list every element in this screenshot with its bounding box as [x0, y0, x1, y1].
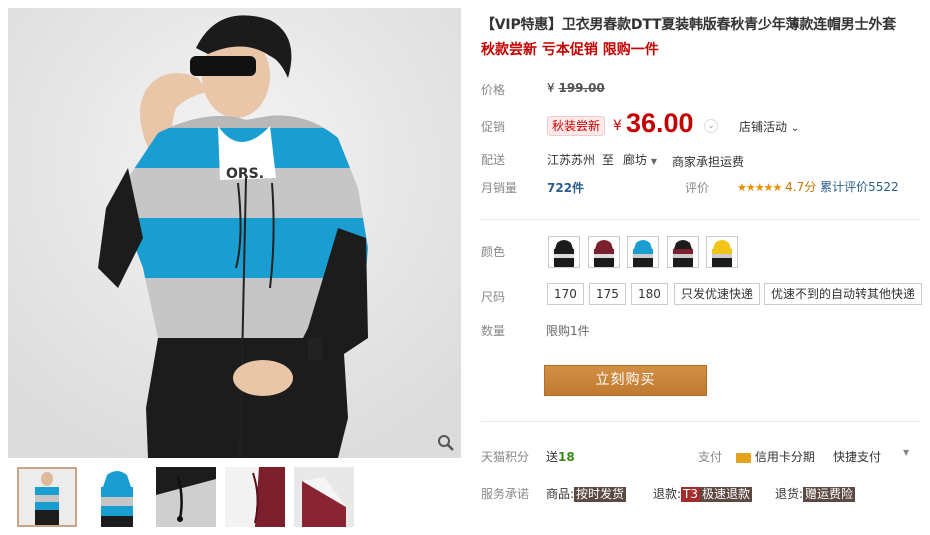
refund-tag-t3: T3	[681, 487, 701, 502]
chevron-down-icon: ⌄	[790, 123, 800, 134]
color-swatch-blue[interactable]	[627, 236, 659, 268]
caret-down-icon[interactable]: ▼	[903, 448, 909, 457]
rating[interactable]: ★★★★★ 4.7分 累计评价5522	[737, 178, 899, 195]
color-label: 颜色	[481, 245, 506, 259]
points-label: 天猫积分	[481, 450, 530, 464]
ship-from: 江苏苏州	[547, 153, 596, 167]
divider	[481, 219, 921, 220]
promo-currency: ¥	[613, 118, 622, 134]
monthly-sales-label: 月销量	[481, 181, 518, 195]
fast-pay-label: 快捷支付	[833, 450, 882, 464]
zoom-icon[interactable]	[437, 434, 455, 452]
quantity-label: 数量	[481, 324, 506, 338]
main-product-image[interactable]: ORS.	[8, 8, 461, 458]
size-option-express-only[interactable]: 只发优速快递	[674, 283, 761, 305]
ship-to: 廊坊	[623, 153, 648, 167]
size-option-other-express[interactable]: 优速不到的自动转其他快递	[764, 283, 923, 305]
credit-card-icon	[736, 452, 751, 463]
star-icon: ★★★★★	[737, 181, 782, 194]
price-label: 价格	[481, 83, 506, 97]
product-subtitle: 秋款尝新 亏本促销 限购一件	[481, 42, 659, 58]
goods-label: 商品:	[546, 487, 575, 501]
product-info: 【VIP特惠】卫衣男春款DTT夏装韩版春秋青少年薄款连帽男士外套 秋款尝新 亏本…	[481, 8, 927, 535]
promo-tag: 秋装尝新	[547, 116, 606, 136]
size-option-180[interactable]: 180	[631, 283, 668, 305]
color-swatch-black[interactable]	[667, 236, 699, 268]
quantity-limit: 限购1件	[546, 324, 590, 338]
thumbnail-4[interactable]	[225, 467, 285, 527]
original-price-value: 199.00	[558, 81, 605, 95]
ship-to-word: 至	[602, 153, 615, 167]
points-number: 18	[558, 450, 575, 464]
service-label: 服务承诺	[481, 487, 530, 501]
review-label: 评价	[685, 181, 710, 195]
size-option-175[interactable]: 175	[589, 283, 626, 305]
thumbnail-2[interactable]	[87, 467, 147, 527]
size-option-170[interactable]: 170	[547, 283, 584, 305]
shipping-label: 配送	[481, 153, 506, 167]
size-label: 尺码	[481, 290, 506, 304]
shipping-fee: 商家承担运费	[672, 155, 745, 169]
refund-label: 退款:	[653, 487, 682, 501]
ship-to-selector[interactable]: 廊坊 ▼	[623, 151, 657, 168]
service-refund: 退款: T3 极速退款	[653, 485, 753, 502]
store-activity-link[interactable]: 店铺活动 ⌄	[739, 118, 799, 135]
color-swatch-yellow[interactable]	[706, 236, 738, 268]
points-value: 送18	[546, 448, 575, 465]
thumbnail-5[interactable]	[294, 467, 354, 527]
store-activity-label: 店铺活动	[739, 120, 788, 134]
service-goods: 商品: 按时发货	[546, 485, 627, 502]
promo-price: 36.00	[626, 108, 694, 138]
pay-label: 支付	[698, 450, 723, 464]
monthly-sales-value: 722件	[547, 181, 585, 195]
rating-score: 4.7分	[785, 180, 817, 194]
color-swatch-burgundy[interactable]	[588, 236, 620, 268]
divider	[481, 421, 921, 422]
thumbnail-1[interactable]	[17, 467, 77, 527]
goods-tag: 按时发货	[574, 487, 627, 502]
credit-installment[interactable]: 信用卡分期	[736, 448, 815, 465]
buy-now-button[interactable]: 立刻购买	[544, 365, 707, 396]
service-return: 退货: 赠运费险	[775, 485, 856, 502]
refund-tag: 极速退款	[700, 487, 753, 502]
review-count: 累计评价5522	[820, 180, 899, 194]
points-prefix: 送	[546, 450, 559, 464]
product-title: 【VIP特惠】卫衣男春款DTT夏装韩版春秋青少年薄款连帽男士外套	[481, 17, 896, 33]
return-label: 退货:	[775, 487, 804, 501]
return-tag: 赠运费险	[803, 487, 856, 502]
credit-installment-label: 信用卡分期	[754, 450, 815, 464]
chevron-down-icon[interactable]: ⌄	[704, 119, 718, 133]
promo-label: 促销	[481, 120, 506, 134]
thumbnail-strip	[8, 462, 461, 532]
caret-down-icon: ▼	[650, 157, 657, 166]
thumbnail-3[interactable]	[156, 467, 216, 527]
color-swatch-black-white[interactable]	[548, 236, 580, 268]
original-price: ¥ 199.00	[547, 81, 605, 95]
currency-symbol: ¥	[547, 81, 555, 95]
